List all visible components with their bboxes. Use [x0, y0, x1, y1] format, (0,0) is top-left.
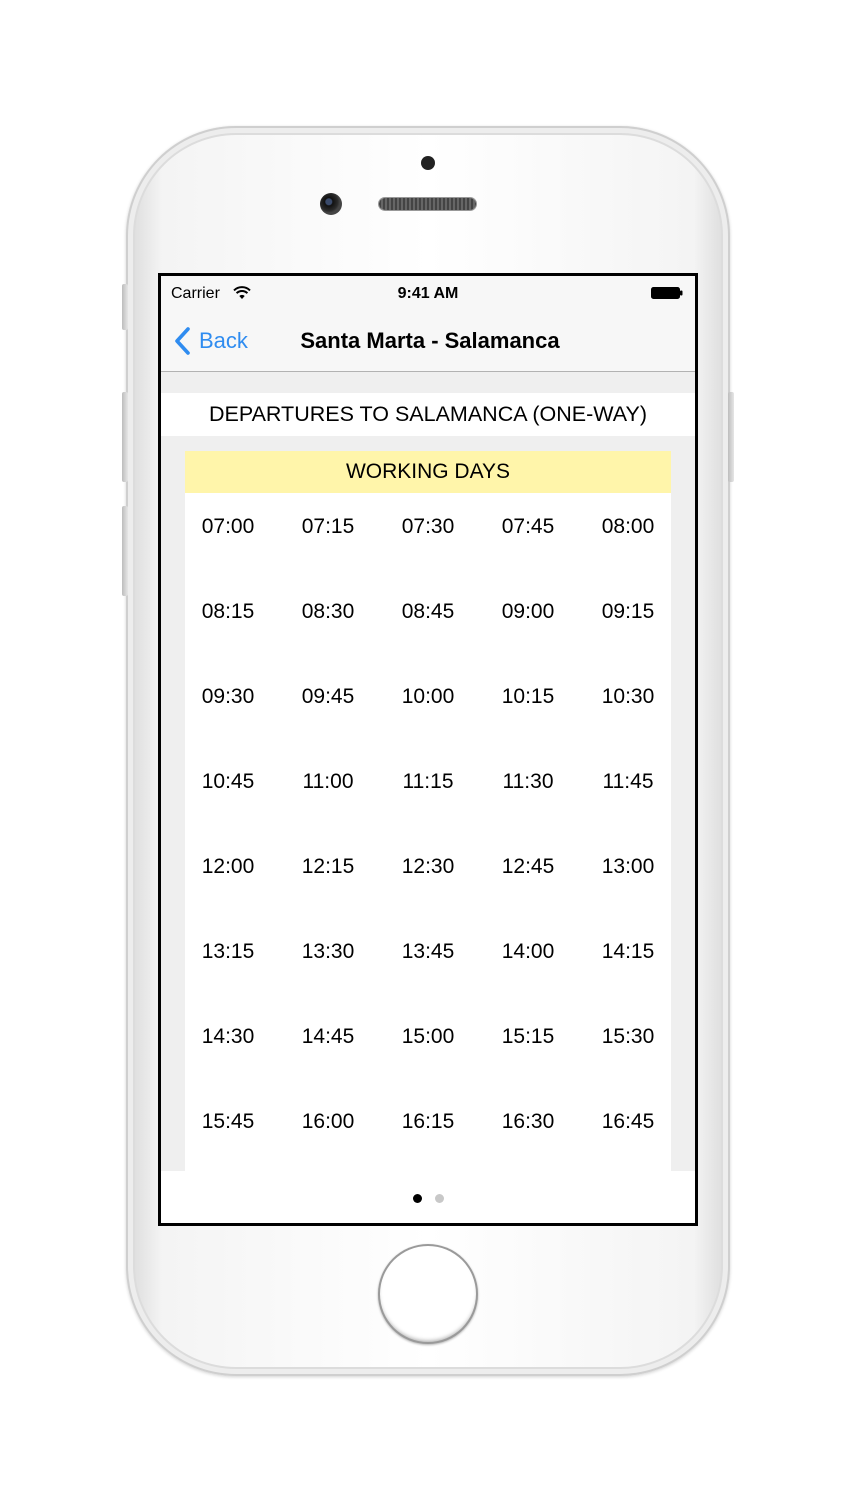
departure-time: 11:45 — [602, 770, 654, 793]
page-dot[interactable] — [412, 1194, 422, 1203]
departure-time: 16:00 — [301, 1110, 355, 1133]
departure-time: 11:30 — [502, 770, 554, 793]
home-button[interactable] — [378, 1244, 478, 1344]
day-type-header: WORKING DAYS — [185, 451, 671, 493]
departure-time: 12:30 — [401, 855, 455, 878]
volume-down-button — [122, 506, 128, 596]
page-title: Santa Marta - Salamanca — [300, 328, 560, 353]
mute-switch — [122, 284, 128, 330]
front-camera — [320, 193, 342, 215]
departure-time: 07:00 — [201, 515, 255, 538]
departure-time: 12:15 — [301, 855, 355, 878]
timetable-page[interactable]: WORKING DAYS 07:00 07:15 07:30 07:45 08:00 08… — [185, 451, 671, 1171]
departure-time: 08:45 — [401, 600, 455, 623]
departure-time: 10:30 — [601, 685, 655, 708]
departure-time: 15:45 — [201, 1110, 255, 1133]
departure-time: 08:00 — [601, 515, 655, 538]
departure-time: 15:00 — [401, 1025, 455, 1048]
departure-time: 16:15 — [401, 1110, 455, 1133]
departure-time: 15:30 — [601, 1025, 655, 1048]
section-title: DEPARTURES TO SALAMANCA (ONE-WAY) — [161, 393, 695, 436]
departure-time: 12:45 — [501, 855, 555, 878]
departure-times-grid: 07:00 07:15 07:30 07:45 08:00 08:15 08:30 08:45… — [185, 493, 671, 1171]
departure-time: 11:15 — [402, 770, 454, 793]
page-control[interactable] — [161, 1194, 695, 1203]
departure-time: 13:00 — [601, 855, 655, 878]
app-screen: Carrier 9:41 AM Back Santa Marta - Salam… — [158, 273, 698, 1226]
departure-time: 09:15 — [601, 600, 655, 623]
departure-time: 13:30 — [301, 940, 355, 963]
departure-time: 14:45 — [301, 1025, 355, 1048]
departure-time: 12:00 — [201, 855, 255, 878]
departure-time: 10:45 — [201, 770, 255, 793]
departure-time: 09:30 — [201, 685, 255, 708]
status-time: 9:41 AM — [397, 285, 459, 302]
departure-time: 08:30 — [301, 600, 355, 623]
departure-time: 13:15 — [201, 940, 255, 963]
departure-time: 15:15 — [501, 1025, 555, 1048]
departure-time: 07:45 — [501, 515, 555, 538]
proximity-sensor — [421, 156, 435, 170]
battery-icon — [651, 287, 683, 299]
page-dot[interactable] — [434, 1194, 444, 1203]
departure-time: 11:00 — [302, 770, 354, 793]
pager-area — [161, 1171, 695, 1223]
departure-time: 14:15 — [601, 940, 655, 963]
departure-time: 09:45 — [301, 685, 355, 708]
departure-time: 07:15 — [301, 515, 355, 538]
departure-time: 08:15 — [201, 600, 255, 623]
departure-time: 13:45 — [401, 940, 455, 963]
navigation-bar: Back Santa Marta - Salamanca — [161, 310, 695, 372]
departure-time: 07:30 — [401, 515, 455, 538]
departure-time: 09:00 — [501, 600, 555, 623]
departure-time: 16:30 — [501, 1110, 555, 1133]
power-button — [728, 392, 734, 482]
departure-time: 16:45 — [601, 1110, 655, 1133]
departure-time: 10:15 — [501, 685, 555, 708]
departure-time: 10:00 — [401, 685, 455, 708]
earpiece-speaker — [379, 198, 476, 210]
departure-time: 14:30 — [201, 1025, 255, 1048]
departure-time: 14:00 — [501, 940, 555, 963]
volume-up-button — [122, 392, 128, 482]
status-bar: Carrier 9:41 AM — [161, 276, 695, 310]
